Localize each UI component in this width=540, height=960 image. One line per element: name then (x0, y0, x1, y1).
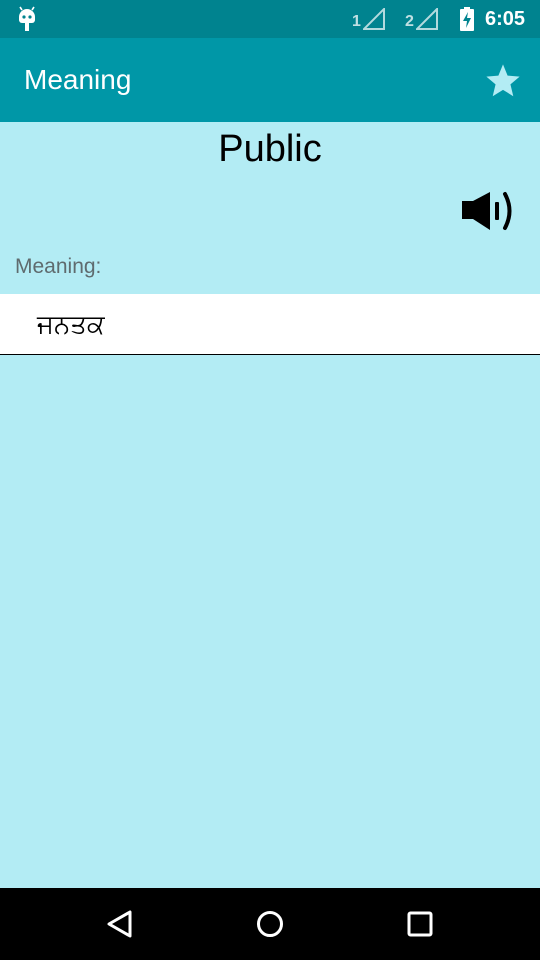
sim2-label: 2 (405, 13, 414, 30)
signal-icon (362, 8, 385, 30)
battery-charging-icon (460, 7, 474, 31)
meaning-text: ਜਨਤਕ (37, 309, 105, 339)
navigation-bar (0, 888, 540, 960)
home-circle-icon[interactable] (252, 906, 288, 942)
signal-icon (415, 8, 438, 30)
android-debug-icon (19, 6, 35, 31)
sim1-signal: 1 (352, 8, 385, 30)
app-bar: Meaning (0, 38, 540, 122)
back-triangle-icon[interactable] (102, 906, 138, 942)
meaning-label: Meaning: (15, 255, 102, 278)
speaker-icon[interactable] (460, 190, 516, 234)
star-icon[interactable] (484, 62, 522, 100)
meaning-box: ਜਨਤਕ (0, 294, 540, 355)
word-title: Public (218, 128, 322, 170)
recents-square-icon[interactable] (402, 906, 438, 942)
page-title: Meaning (24, 64, 132, 95)
status-time: 6:05 (485, 8, 526, 30)
screen: 1 2 6:05 Meaning Public Meaning: ਜਨਤਕ (0, 0, 540, 960)
sim2-signal: 2 (405, 8, 438, 30)
status-bar: 1 2 6:05 (0, 0, 540, 38)
sim1-label: 1 (352, 13, 361, 30)
